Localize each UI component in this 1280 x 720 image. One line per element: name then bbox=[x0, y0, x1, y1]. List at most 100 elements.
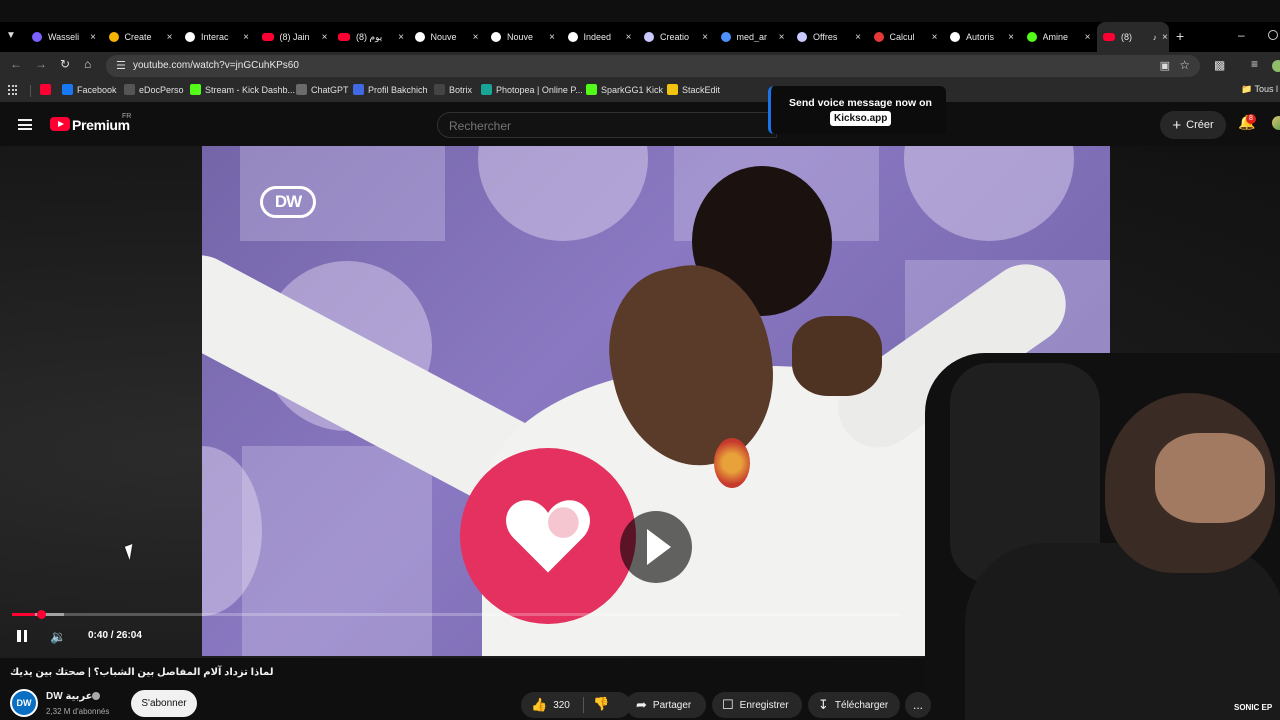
tab-label: Amine bbox=[1042, 32, 1069, 42]
bookmarks-bar: Facebook eDocPerso Stream - Kick Dashb... C… bbox=[0, 80, 1280, 102]
address-bar[interactable]: ☰ youtube.com/watch?v=jnGCuhKPs60 ▣ ☆ bbox=[106, 55, 1200, 77]
tab[interactable]: Creatio × bbox=[638, 22, 715, 52]
tab-label: Creatio bbox=[660, 32, 690, 42]
tab-close-icon[interactable]: × bbox=[930, 32, 940, 43]
bookmark-star-icon[interactable]: ☆ bbox=[1179, 58, 1190, 72]
earring bbox=[714, 438, 750, 488]
bookmark-item[interactable]: Facebook bbox=[62, 84, 117, 95]
all-bookmarks-folder[interactable]: 📁 Tous l bbox=[1241, 84, 1278, 95]
tab-close-icon[interactable]: × bbox=[853, 32, 863, 43]
bookmark-icon: ☐ bbox=[722, 697, 734, 712]
profile-avatar[interactable] bbox=[1272, 60, 1280, 72]
bookmark-item[interactable] bbox=[40, 84, 55, 95]
tab[interactable]: Create × bbox=[103, 22, 180, 52]
home-icon[interactable]: ⌂ bbox=[84, 57, 91, 71]
extensions-puzzle-icon[interactable]: ▩ bbox=[1214, 58, 1225, 72]
webcam-overlay bbox=[925, 353, 1280, 720]
like-count[interactable]: 320 bbox=[553, 700, 570, 711]
subscribe-button[interactable]: S'abonner bbox=[131, 690, 197, 717]
download-label: Télécharger bbox=[834, 699, 889, 711]
more-actions-button[interactable]: ... bbox=[905, 692, 931, 718]
tab-close-icon[interactable]: × bbox=[471, 32, 481, 43]
reload-icon[interactable]: ↻ bbox=[60, 57, 70, 71]
youtube-logo-icon[interactable] bbox=[50, 117, 70, 131]
pause-icon[interactable] bbox=[17, 630, 27, 642]
tab[interactable]: Indeed × bbox=[562, 22, 639, 52]
minimize-icon[interactable]: – bbox=[1238, 28, 1245, 42]
forward-arrow-icon[interactable]: → bbox=[35, 57, 47, 71]
tab[interactable]: Interac × bbox=[179, 22, 256, 52]
tab[interactable]: med_ar × bbox=[715, 22, 792, 52]
tab[interactable]: Calcul × bbox=[868, 22, 945, 52]
bookmark-label: SparkGG1 Kick bbox=[601, 84, 664, 95]
tab-audio-icon[interactable]: ♪ bbox=[1153, 33, 1157, 42]
progress-bar[interactable] bbox=[12, 613, 902, 616]
account-avatar[interactable] bbox=[1272, 116, 1280, 130]
menu-hamburger-icon[interactable] bbox=[18, 119, 32, 130]
channel-name[interactable]: DW عربية bbox=[46, 691, 92, 702]
tab-close-icon[interactable]: × bbox=[624, 32, 634, 43]
tab-close-icon[interactable]: × bbox=[241, 32, 251, 43]
popup-link[interactable]: Kickso.app bbox=[830, 111, 892, 126]
browser-toolbar: ← → ↻ ⌂ ☰ youtube.com/watch?v=jnGCuhKPs6… bbox=[0, 52, 1280, 80]
bookmark-item[interactable]: Stream - Kick Dashb... bbox=[190, 84, 295, 95]
tab[interactable]: Wasseli × bbox=[26, 22, 103, 52]
tab-label: Indeed bbox=[583, 32, 612, 42]
url-text[interactable]: youtube.com/watch?v=jnGCuhKPs60 bbox=[133, 60, 299, 71]
tab[interactable]: Nouve × bbox=[485, 22, 562, 52]
edocperso-icon bbox=[124, 84, 135, 95]
tab[interactable]: (8) Jain × bbox=[256, 22, 333, 52]
share-button[interactable]: ➦ Partager bbox=[626, 692, 706, 718]
tab-close-icon[interactable]: × bbox=[1083, 32, 1093, 43]
tab-close-icon[interactable]: × bbox=[547, 32, 557, 43]
info-icon bbox=[414, 32, 425, 42]
bookmark-item[interactable]: Botrix bbox=[434, 84, 472, 95]
tab-close-icon[interactable]: × bbox=[777, 32, 787, 43]
back-arrow-icon[interactable]: ← bbox=[10, 57, 22, 71]
tab[interactable]: Nouve × bbox=[409, 22, 486, 52]
tab-search-chevron-icon[interactable]: ▼ bbox=[6, 30, 16, 41]
apps-grid-icon[interactable] bbox=[8, 85, 18, 95]
create-button-label: Créer bbox=[1186, 119, 1214, 131]
install-app-icon[interactable]: ▣ bbox=[1160, 59, 1170, 72]
tab-close-icon[interactable]: × bbox=[88, 32, 98, 43]
save-button[interactable]: ☐ Enregistrer bbox=[712, 692, 802, 718]
volume-icon[interactable]: 🔉 bbox=[50, 629, 66, 645]
channel-avatar[interactable]: DW bbox=[10, 689, 38, 717]
youtube-header: Premium FR + Créer 🔔 8 bbox=[0, 102, 1280, 146]
bookmark-item[interactable]: eDocPerso bbox=[124, 84, 184, 95]
tab-label: (8) bbox=[1121, 32, 1132, 42]
tab-close-icon[interactable]: × bbox=[396, 32, 406, 43]
tab[interactable]: (8) يوم × bbox=[332, 22, 409, 52]
thumbs-up-icon[interactable]: 👍 bbox=[531, 697, 547, 713]
tab[interactable]: Amine × bbox=[1021, 22, 1098, 52]
reading-list-icon[interactable]: ≡ bbox=[1251, 57, 1258, 71]
bookmark-item[interactable]: Photopea | Online P... bbox=[481, 84, 583, 95]
youtube-icon bbox=[261, 33, 274, 41]
progress-scrubber[interactable] bbox=[37, 610, 46, 619]
bookmark-item[interactable]: StackEdit bbox=[667, 84, 720, 95]
search-input[interactable] bbox=[449, 119, 749, 133]
tab[interactable]: Offres × bbox=[791, 22, 868, 52]
tab[interactable]: Autoris × bbox=[944, 22, 1021, 52]
bookmark-item[interactable]: SparkGG1 Kick bbox=[586, 84, 663, 95]
youtube-icon bbox=[338, 33, 350, 41]
tab-close-icon[interactable]: × bbox=[1161, 32, 1169, 43]
background-block bbox=[242, 446, 432, 656]
thumbs-down-icon[interactable]: 👎 bbox=[593, 696, 609, 712]
window-restore-icon[interactable] bbox=[1268, 30, 1278, 40]
download-button[interactable]: ↧ Télécharger bbox=[808, 692, 900, 718]
tab-close-icon[interactable]: × bbox=[165, 32, 175, 43]
search-box[interactable] bbox=[437, 112, 777, 138]
bookmark-item[interactable]: ChatGPT bbox=[296, 84, 349, 95]
tab-close-icon[interactable]: × bbox=[320, 32, 330, 43]
create-button[interactable]: + Créer bbox=[1160, 111, 1226, 139]
tab-close-icon[interactable]: × bbox=[1006, 32, 1016, 43]
site-info-icon[interactable]: ☰ bbox=[116, 59, 126, 72]
kickso-notification-popup[interactable]: Send voice message now on Kickso.app bbox=[768, 86, 946, 134]
new-tab-plus-icon[interactable]: + bbox=[1176, 28, 1184, 44]
tab[interactable]: (8) ♪ × bbox=[1097, 22, 1169, 52]
play-button[interactable] bbox=[620, 511, 692, 583]
tab-close-icon[interactable]: × bbox=[700, 32, 710, 43]
bookmark-item[interactable]: Profil Bakchich bbox=[353, 84, 428, 95]
